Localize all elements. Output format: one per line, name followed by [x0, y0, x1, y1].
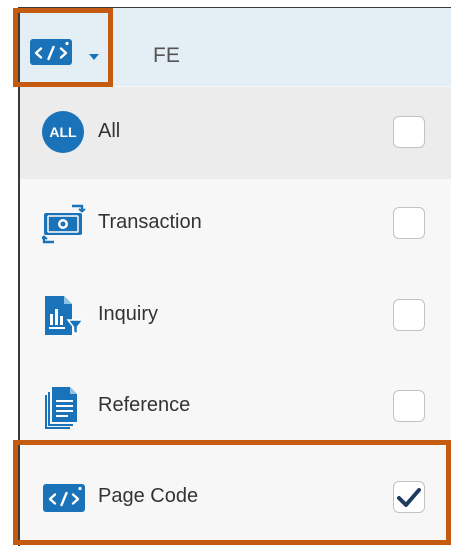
filter-option-reference[interactable]: Reference — [20, 361, 451, 453]
filter-option-page-code[interactable]: Page Code — [20, 452, 451, 544]
option-label: Inquiry — [98, 303, 159, 325]
chevron-down-icon — [89, 54, 99, 60]
checkmark-icon — [397, 488, 421, 507]
selected-filter-label: FE — [153, 44, 180, 67]
checkbox-reference[interactable] — [393, 390, 425, 422]
page-code-icon — [43, 484, 85, 512]
all-icon: ALL — [42, 111, 86, 155]
filter-type-trigger[interactable] — [13, 8, 113, 87]
reference-icon — [45, 387, 77, 429]
option-label: Page Code — [98, 485, 199, 507]
checkbox-page-code[interactable] — [393, 481, 425, 513]
checkbox-all[interactable] — [393, 116, 425, 148]
filter-option-inquiry[interactable]: Inquiry — [20, 270, 451, 362]
checkbox-transaction[interactable] — [393, 207, 425, 239]
option-label: Reference — [98, 394, 191, 416]
option-label: Transaction — [98, 211, 202, 233]
checkbox-inquiry[interactable] — [393, 299, 425, 331]
filter-option-all[interactable]: ALL All — [20, 87, 451, 179]
option-label: All — [98, 120, 121, 142]
page-code-icon — [30, 39, 72, 65]
transaction-icon — [42, 204, 86, 244]
inquiry-icon — [45, 296, 85, 336]
filter-option-transaction[interactable]: Transaction — [20, 178, 451, 270]
